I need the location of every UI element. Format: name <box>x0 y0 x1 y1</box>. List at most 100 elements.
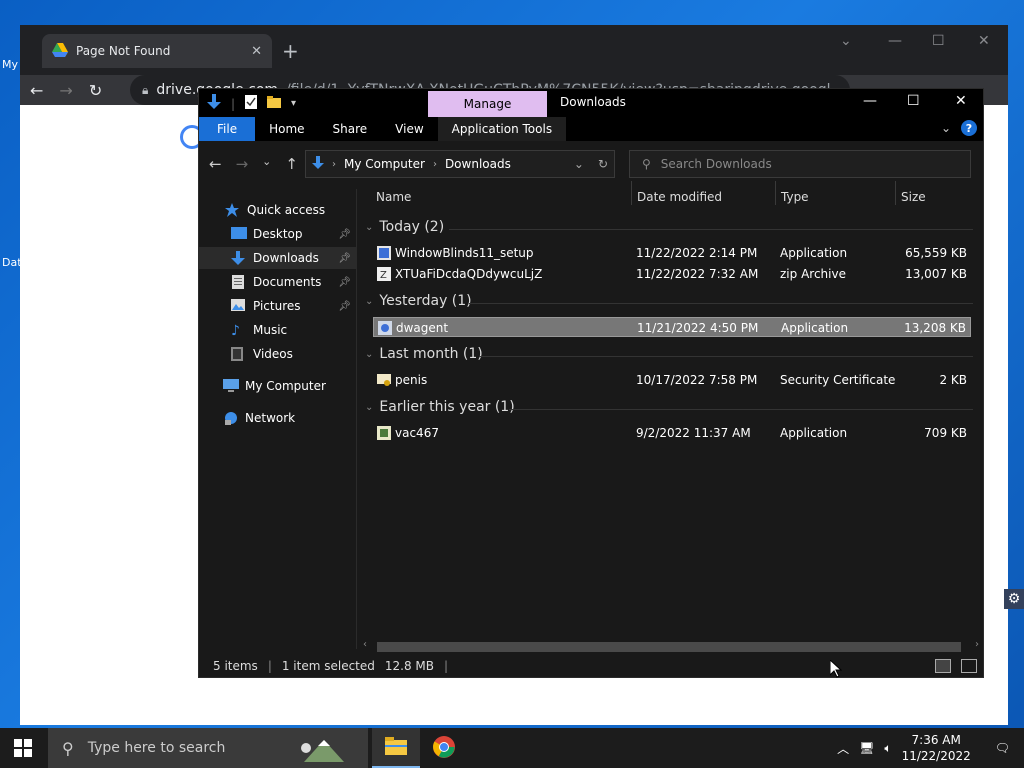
close-icon[interactable]: ✕ <box>978 33 990 49</box>
table-row[interactable]: penis 10/17/2022 7:58 PM Security Certif… <box>373 370 971 390</box>
svg-text:Z: Z <box>380 270 387 281</box>
desktop-icon-label[interactable]: Dat <box>2 256 20 269</box>
computer-icon <box>223 379 239 393</box>
chrome-tab-strip: Page Not Found ✕ + ⌄ — ☐ ✕ <box>20 25 1008 75</box>
customize-toolbar-icon[interactable]: ▾ <box>291 98 296 109</box>
pin-icon[interactable]: 📌︎ <box>338 277 351 288</box>
table-row[interactable]: Z XTUaFiDcdaQDdywcuLjZ 11/22/2022 7:32 A… <box>373 264 971 284</box>
group-header-today[interactable]: ⌄ Today (2) <box>365 219 444 235</box>
windows-start-icon[interactable] <box>14 739 32 760</box>
star-icon <box>225 203 241 217</box>
recent-locations-icon[interactable]: ⌄ <box>262 155 271 173</box>
desktop-icon <box>231 227 247 241</box>
pin-icon[interactable]: 📌︎ <box>338 301 351 312</box>
scrollbar-thumb[interactable] <box>377 642 961 652</box>
sidebar-item-music[interactable]: ♪ Music <box>199 319 357 341</box>
back-arrow-icon[interactable]: ← <box>209 155 222 173</box>
maximize-icon[interactable]: ☐ <box>907 93 920 109</box>
address-row: ← → ⌄ ↑ › My Computer › Downloads ⌄ ↻ ⚲ … <box>199 141 983 189</box>
file-list: Name Date modified Type Size ⌄ Today (2)… <box>359 181 983 653</box>
column-header-size[interactable]: Size <box>901 185 926 209</box>
taskbar-chrome[interactable] <box>420 728 468 768</box>
reload-icon[interactable]: ↻ <box>89 81 102 100</box>
taskbar-search-input[interactable]: ⚲ Type here to search <box>48 728 368 768</box>
status-item-count: 5 items <box>213 659 258 673</box>
new-tab-button[interactable]: + <box>282 39 299 63</box>
minimize-icon[interactable]: — <box>888 33 902 49</box>
table-row-selected[interactable]: dwagent 11/21/2022 4:50 PM Application 1… <box>373 317 971 337</box>
taskbar-search-placeholder: Type here to search <box>87 740 226 756</box>
taskbar-clock[interactable]: 7:36 AM 11/22/2022 <box>902 732 971 764</box>
group-header-earlier-this-year[interactable]: ⌄ Earlier this year (1) <box>365 399 515 415</box>
column-header-type[interactable]: Type <box>781 185 809 209</box>
certificate-icon <box>377 373 391 387</box>
breadcrumb-my-computer[interactable]: My Computer <box>344 157 425 171</box>
address-box[interactable]: › My Computer › Downloads ⌄ ↻ <box>305 150 615 178</box>
volume-icon[interactable]: 🔈︎ <box>884 741 891 756</box>
tab-file[interactable]: File <box>199 117 256 141</box>
desktop-icon-label[interactable]: My <box>2 58 20 71</box>
application-icon <box>378 321 392 335</box>
large-icons-view-icon[interactable] <box>961 659 977 673</box>
table-row[interactable]: vac467 9/2/2022 11:37 AM Application 709… <box>373 423 971 443</box>
tab-view[interactable]: View <box>381 117 437 141</box>
search-icon: ⚲ <box>642 157 651 171</box>
properties-icon[interactable] <box>245 95 258 112</box>
breadcrumb-downloads[interactable]: Downloads <box>445 157 511 171</box>
folder-icon <box>385 736 407 758</box>
download-arrow-icon <box>312 155 324 173</box>
scroll-right-icon[interactable]: › <box>975 639 979 650</box>
zip-archive-icon: Z <box>377 267 391 281</box>
forward-arrow-icon[interactable]: → <box>59 81 72 100</box>
refresh-icon[interactable]: ↻ <box>598 157 608 171</box>
sidebar-item-quick-access[interactable]: Quick access <box>199 199 357 221</box>
scroll-left-icon[interactable]: ‹ <box>363 639 367 650</box>
column-header-date-modified[interactable]: Date modified <box>637 185 722 209</box>
navigation-pane: Quick access Desktop 📌︎ Downloads 📌︎ Doc… <box>199 189 357 649</box>
window-title: Downloads <box>560 95 626 109</box>
chrome-tab[interactable]: Page Not Found ✕ <box>42 34 272 68</box>
group-header-yesterday[interactable]: ⌄ Yesterday (1) <box>365 293 472 309</box>
sidebar-item-documents[interactable]: Documents 📌︎ <box>199 271 357 293</box>
pin-icon[interactable]: 📌︎ <box>338 229 351 240</box>
status-selection: 1 item selected <box>281 659 375 673</box>
chevron-down-icon[interactable]: ⌄ <box>840 33 852 49</box>
expand-ribbon-icon[interactable]: ⌄ <box>941 121 951 135</box>
chevron-down-icon: ⌄ <box>365 221 374 233</box>
sidebar-item-network[interactable]: Network <box>199 407 357 429</box>
gear-icon[interactable]: ⚙ <box>1004 589 1024 609</box>
sidebar-item-my-computer[interactable]: My Computer <box>199 375 357 397</box>
pin-icon[interactable]: 📌︎ <box>338 253 351 264</box>
notifications-icon[interactable]: 🗨︎ <box>981 741 1024 755</box>
show-hidden-icons[interactable]: ︿ <box>837 740 849 757</box>
tab-home[interactable]: Home <box>255 117 318 141</box>
chevron-down-icon: ⌄ <box>365 348 374 360</box>
sidebar-item-pictures[interactable]: Pictures 📌︎ <box>199 295 357 317</box>
manage-context-tab[interactable]: Manage <box>428 91 547 117</box>
minimize-icon[interactable]: — <box>863 93 877 109</box>
sidebar-item-downloads[interactable]: Downloads 📌︎ <box>199 247 357 269</box>
back-arrow-icon[interactable]: ← <box>30 81 43 100</box>
maximize-icon[interactable]: ☐ <box>932 33 945 49</box>
sidebar-item-videos[interactable]: Videos <box>199 343 357 365</box>
search-input[interactable]: ⚲ Search Downloads <box>629 150 971 178</box>
table-row[interactable]: WindowBlinds11_setup 11/22/2022 2:14 PM … <box>373 243 971 263</box>
tab-application-tools[interactable]: Application Tools <box>437 117 567 141</box>
group-header-last-month[interactable]: ⌄ Last month (1) <box>365 346 483 362</box>
file-explorer-window: | ▾ Manage Downloads — ☐ ✕ File Home Sha… <box>198 88 984 678</box>
sidebar-item-desktop[interactable]: Desktop 📌︎ <box>199 223 357 245</box>
tab-share[interactable]: Share <box>319 117 382 141</box>
taskbar-file-explorer[interactable] <box>372 728 420 768</box>
search-placeholder: Search Downloads <box>660 157 772 171</box>
network-status-icon[interactable]: 🖥︎ <box>859 741 874 755</box>
close-tab-icon[interactable]: ✕ <box>251 44 262 59</box>
up-arrow-icon[interactable]: ↑ <box>285 155 298 173</box>
details-view-icon[interactable] <box>935 659 951 673</box>
chevron-down-icon[interactable]: ⌄ <box>574 157 584 171</box>
help-icon[interactable]: ? <box>961 120 977 136</box>
forward-arrow-icon[interactable]: → <box>236 155 249 173</box>
horizontal-scrollbar[interactable]: ‹ › <box>359 639 983 653</box>
column-header-name[interactable]: Name <box>376 185 411 209</box>
new-folder-icon[interactable] <box>267 96 282 111</box>
close-icon[interactable]: ✕ <box>955 93 967 109</box>
